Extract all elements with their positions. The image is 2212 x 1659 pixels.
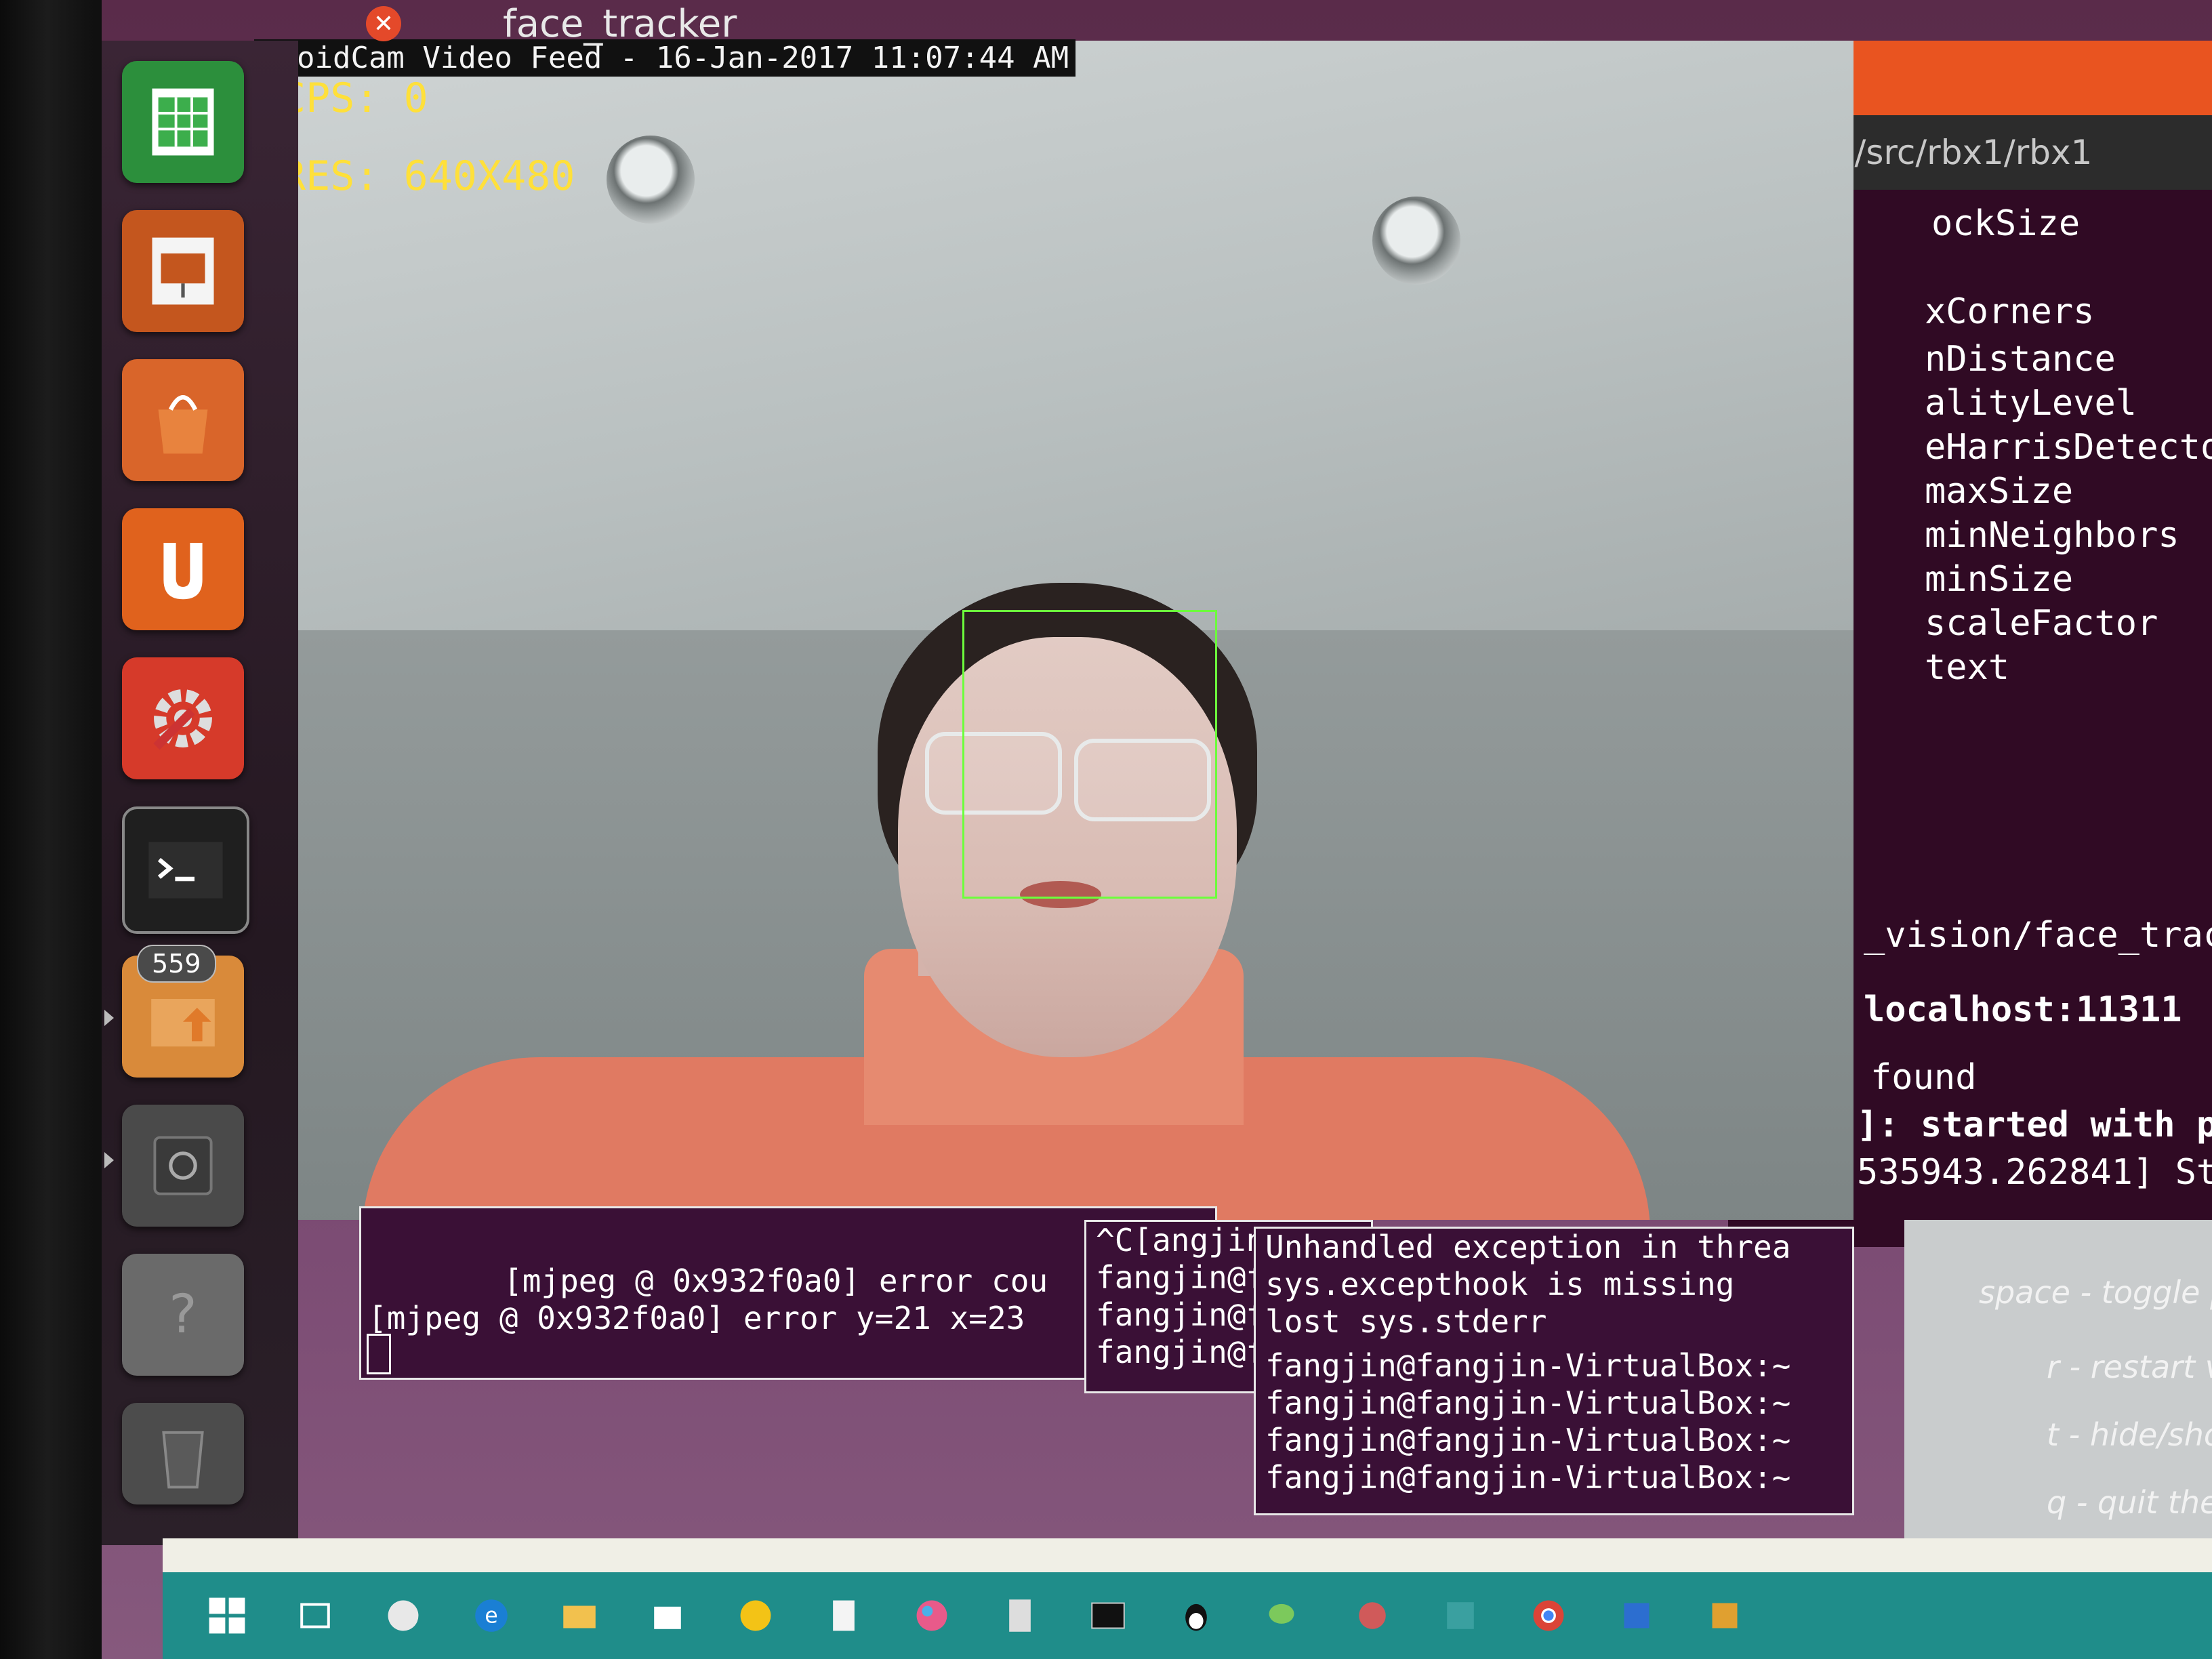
terminal-line: found: [1870, 1057, 1977, 1098]
trash-icon[interactable]: [122, 1403, 244, 1504]
taskbar-top-strip: [163, 1538, 2212, 1572]
terminal-cursor: [367, 1334, 391, 1374]
terminal-line: fangjin@f: [1096, 1296, 1265, 1333]
running-indicator: [104, 1152, 114, 1168]
task-view-icon[interactable]: [291, 1592, 339, 1639]
video-feed-window[interactable]: CPS: 0 RES: 640X480: [254, 41, 1853, 1220]
file-explorer-icon[interactable]: [556, 1592, 603, 1639]
windows-taskbar: e: [163, 1572, 2212, 1659]
paint-icon[interactable]: [908, 1592, 956, 1639]
terminal-line: [mjpeg @ 0x932f0a0] error cou: [504, 1263, 1048, 1299]
presentation-icon[interactable]: [122, 210, 244, 332]
terminal-line: eHarrisDetector: [1925, 427, 2212, 468]
terminal-line: fangjin@f: [1096, 1334, 1265, 1370]
files-icon[interactable]: 559: [122, 945, 244, 1078]
terminal-icon[interactable]: [122, 806, 249, 934]
terminal-line: localhost:11311: [1864, 989, 2182, 1030]
window-titlebar[interactable]: ✕ face_tracker: [298, 0, 1992, 47]
close-button[interactable]: ✕: [366, 6, 401, 41]
desktop-screen: kin_ws/src/rbx1/rbx1 ockSize xCorners nD…: [102, 0, 2212, 1659]
app-icon[interactable]: [380, 1592, 427, 1639]
app-icon-4[interactable]: [1613, 1592, 1660, 1639]
software-center-icon[interactable]: [122, 359, 244, 481]
keyboard-help-overlay: space - toggle pau r - restart vid t - h…: [1904, 1220, 2212, 1572]
app-icon-2[interactable]: [1349, 1592, 1396, 1639]
terminal-line: text: [1925, 647, 2010, 688]
terminal-prompt: fangjin@fangjin-VirtualBox:~: [1265, 1385, 1791, 1421]
terminal-line: ockSize: [1931, 203, 2081, 244]
terminal-prompt: fangjin@fangjin-VirtualBox:~: [1265, 1347, 1791, 1384]
help-line: t - hide/show: [2047, 1416, 2212, 1453]
qq-icon[interactable]: [1172, 1592, 1220, 1639]
wechat-icon[interactable]: [1261, 1592, 1308, 1639]
app-icon-3[interactable]: [1437, 1592, 1484, 1639]
cps-readout: CPS: 0: [281, 75, 428, 122]
chrome-icon[interactable]: [1525, 1592, 1572, 1639]
face-detection-box: [962, 610, 1217, 899]
terminal-line: [mjpeg @ 0x932f0a0] error y=21 x=23: [368, 1300, 1025, 1336]
terminal-line: _vision/face_tracker.p: [1864, 915, 2212, 956]
app-yellow-icon[interactable]: [732, 1592, 779, 1639]
terminal-line: minNeighbors: [1925, 515, 2179, 556]
terminal-prompt: fangjin@fangjin-VirtualBox:~: [1265, 1459, 1791, 1496]
system-tool-icon[interactable]: [122, 1105, 244, 1227]
terminal-line: fangjin@f: [1096, 1259, 1265, 1296]
ceiling: [254, 41, 1853, 651]
terminal-line: nDistance: [1925, 339, 2116, 380]
ceiling-light: [1372, 197, 1460, 285]
terminal-line: scaleFactor: [1925, 603, 2158, 644]
terminal-line: ^C[angjin: [1096, 1222, 1265, 1258]
running-indicator: [104, 1010, 114, 1026]
calculator-icon[interactable]: [996, 1592, 1044, 1639]
terminal-line: Unhandled exception in threa: [1265, 1229, 1791, 1265]
resolution-readout: RES: 640X480: [281, 152, 575, 200]
unity-launcher: 559 ?: [102, 41, 298, 1545]
terminal-line: lost sys.stderr: [1265, 1303, 1547, 1340]
app-icon-5[interactable]: [1701, 1592, 1748, 1639]
notification-badge: 559: [137, 945, 216, 983]
cmd-icon[interactable]: [1084, 1592, 1132, 1639]
window-title: face_tracker: [503, 1, 737, 46]
store-icon[interactable]: [644, 1592, 691, 1639]
windows-start-icon[interactable]: [203, 1592, 251, 1639]
terminal-line: alityLevel: [1925, 383, 2137, 424]
unknown-app-icon[interactable]: ?: [122, 1254, 244, 1376]
terminal-line: sys.excepthook is missing: [1265, 1266, 1735, 1303]
edge-icon[interactable]: e: [468, 1592, 515, 1639]
terminal-line: xCorners: [1925, 291, 2095, 332]
notepad-icon[interactable]: [820, 1592, 867, 1639]
help-line: r - restart vid: [2047, 1349, 2212, 1385]
ceiling-light: [607, 136, 695, 224]
help-line: q - quit the pro: [2047, 1484, 2212, 1521]
svg-text:?: ?: [169, 1284, 197, 1345]
terminal-line: maxSize: [1925, 471, 2074, 512]
terminal-prompt: fangjin@fangjin-VirtualBox:~: [1265, 1422, 1791, 1458]
exception-terminal-window[interactable]: Unhandled exception in threa sys.excepth…: [1254, 1227, 1854, 1515]
terminal-line: 535943.262841] Starting: [1857, 1152, 2212, 1193]
terminal-line: ]: started with pid [37: [1857, 1105, 2212, 1145]
ubuntu-one-icon[interactable]: [122, 508, 244, 630]
help-line: space - toggle pau: [1979, 1274, 2212, 1311]
terminal-line: minSize: [1925, 559, 2074, 600]
settings-icon[interactable]: [122, 657, 244, 779]
svg-text:e: e: [485, 1604, 498, 1629]
spreadsheet-icon[interactable]: [122, 61, 244, 183]
